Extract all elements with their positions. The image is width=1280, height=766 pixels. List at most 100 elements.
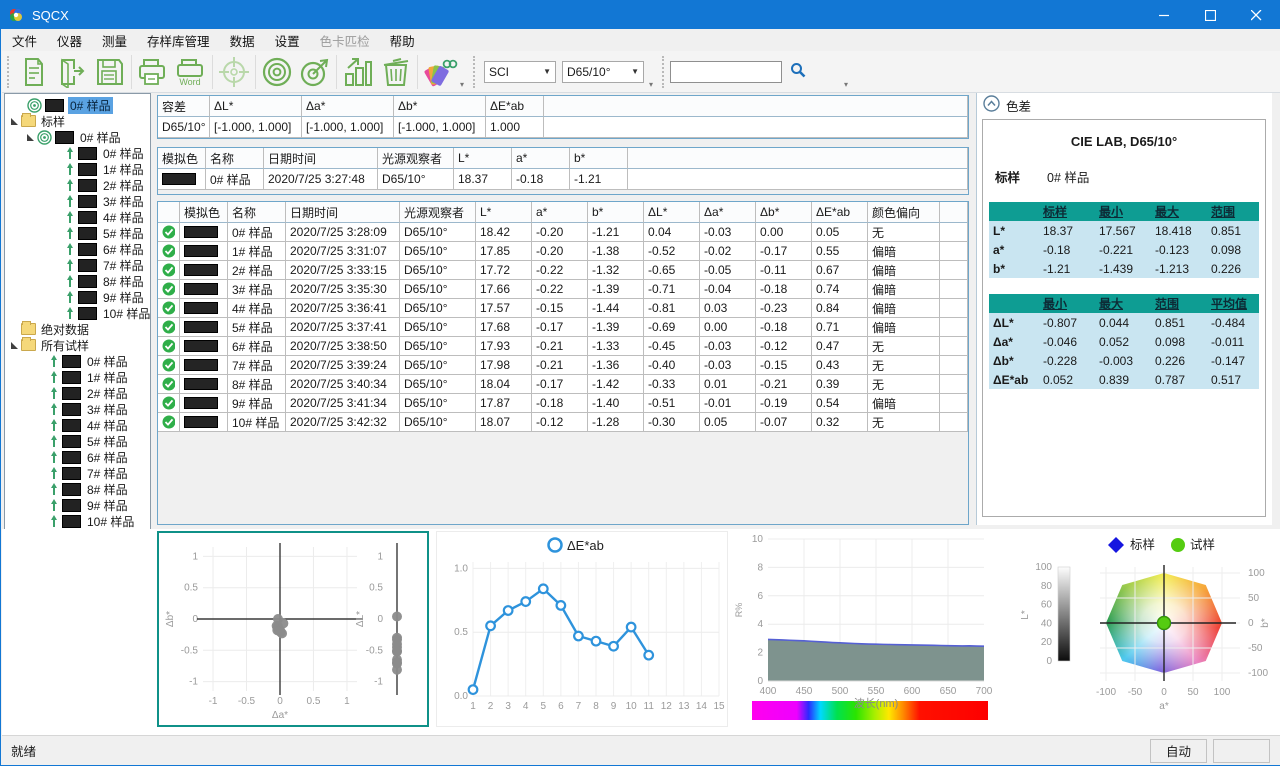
tree-item-label: 3# 样品 [85,401,130,418]
svg-text:6: 6 [757,591,763,602]
color-swatch [184,321,218,333]
tree-item-sample[interactable]: 9# 样品 [5,289,150,305]
table-row[interactable]: 3# 样品2020/7/25 3:35:30D65/10°17.66-0.22-… [158,280,968,299]
tree-item-folder[interactable]: 所有试样 [5,337,150,353]
maximize-button[interactable] [1187,1,1233,29]
tree-item-sample[interactable]: 9# 样品 [5,497,150,513]
auto-mode-cell[interactable]: 自动 [1150,739,1207,763]
toolbar-separator [417,55,418,89]
menu-item-仪器[interactable]: 仪器 [47,28,92,53]
table-cell: 5# 样品 [228,318,286,337]
svg-text:0: 0 [1248,618,1254,629]
tree-item-sample[interactable]: 3# 样品 [5,401,150,417]
color-swatch [78,259,97,272]
table-cell: 2020/7/25 3:35:30 [286,280,400,299]
menu-item-数据[interactable]: 数据 [220,28,265,53]
search-icon[interactable] [790,62,806,81]
svg-text:波长(nm): 波长(nm) [854,697,899,710]
stats-value: -0.807 [1039,316,1095,330]
toolbar-overflow-icon[interactable]: ▾ [460,80,464,89]
calibrate-button[interactable] [215,53,253,91]
table-row[interactable]: 8# 样品2020/7/25 3:40:34D65/10°18.04-0.17-… [158,375,968,394]
svg-text:0: 0 [1046,656,1052,667]
tree-item-sample[interactable]: 5# 样品 [5,225,150,241]
search-input[interactable] [670,61,782,83]
menu-item-测量[interactable]: 测量 [92,28,137,53]
toolbar-grip[interactable] [473,56,477,88]
tree-item-standard[interactable]: 0# 样品 [5,129,150,145]
table-row[interactable]: 2# 样品2020/7/25 3:33:15D65/10°17.72-0.22-… [158,261,968,280]
toolbar-grip[interactable] [662,56,666,88]
tree-item-sample[interactable]: 8# 样品 [5,273,150,289]
print-word-button[interactable]: Word [172,53,210,91]
measure-sample-button[interactable] [296,53,334,91]
save-button[interactable] [91,53,129,91]
tree-item-sample[interactable]: 2# 样品 [5,177,150,193]
tree-item-sample[interactable]: 4# 样品 [5,417,150,433]
svg-text:4: 4 [757,619,763,630]
analysis-button[interactable] [339,53,377,91]
print-button[interactable] [134,53,172,91]
scatter-chart-panel[interactable]: -1-1-0.5-0.5000.50.511Δa*Δb*-1-0.500.51Δ… [157,531,429,727]
tree-item-sample[interactable]: 7# 样品 [5,465,150,481]
lab-gamut-chart-panel[interactable]: 100806040200L*100500-50-100b*-100-500501… [1012,531,1274,727]
delete-button[interactable] [377,53,415,91]
tree-item-sample[interactable]: 3# 样品 [5,193,150,209]
column-header [544,96,968,117]
tree-item-sample[interactable]: 7# 样品 [5,257,150,273]
menu-item-存样库管理[interactable]: 存样库管理 [137,28,220,53]
deltae-line-chart-panel[interactable]: 1234567891011121314150.00.51.0ΔE*ab [436,531,728,727]
tree-item-folder[interactable]: 绝对数据 [5,321,150,337]
tree-item-sample[interactable]: 6# 样品 [5,449,150,465]
tree-item-sample[interactable]: 10# 样品 [5,305,150,321]
menu-item-设置[interactable]: 设置 [265,28,310,53]
tree-item-sample[interactable]: 4# 样品 [5,209,150,225]
table-cell: -0.21 [532,356,588,375]
table-row[interactable]: 4# 样品2020/7/25 3:36:41D65/10°17.57-0.15-… [158,299,968,318]
toolbar-overflow-icon[interactable]: ▾ [649,80,653,89]
table-row[interactable]: 9# 样品2020/7/25 3:41:34D65/10°17.87-0.18-… [158,394,968,413]
tree-item-sample[interactable]: 2# 样品 [5,385,150,401]
new-document-button[interactable] [15,53,53,91]
table-row[interactable]: 0# 样品2020/7/25 3:28:09D65/10°18.42-0.20-… [158,223,968,242]
minimize-button[interactable] [1141,1,1187,29]
tree-item-sample[interactable]: 8# 样品 [5,481,150,497]
tree-item-sample[interactable]: 10# 样品 [5,513,150,529]
tree-item-sample[interactable]: 5# 样品 [5,433,150,449]
table-cell [180,375,228,394]
tree-item-sample[interactable]: 0# 样品 [5,145,150,161]
color-search-button[interactable] [420,53,458,91]
table-cell: -1.44 [588,299,644,318]
color-swatch [62,499,81,512]
expand-arrow-icon[interactable] [11,118,18,125]
reflectance-chart-panel[interactable]: 0246810400450500550600650700波长(nm)R% [732,531,1010,727]
table-row[interactable]: 0# 样品2020/7/25 3:27:48D65/10°18.37-0.18-… [158,169,968,190]
tree-item-folder[interactable]: 标样 [5,113,150,129]
tree-item-sample[interactable]: 1# 样品 [5,161,150,177]
expand-arrow-icon[interactable] [27,134,34,141]
svg-text:-1: -1 [209,696,218,707]
table-row[interactable]: 10# 样品2020/7/25 3:42:32D65/10°18.07-0.12… [158,413,968,432]
collapse-chevron-icon[interactable] [983,95,1000,115]
svg-text:450: 450 [796,686,813,697]
tree-item-sample-selected[interactable]: 0# 样品 [5,97,150,113]
table-row[interactable]: 1# 样品2020/7/25 3:31:07D65/10°17.85-0.20-… [158,242,968,261]
table-row[interactable]: 7# 样品2020/7/25 3:39:24D65/10°17.98-0.21-… [158,356,968,375]
toolbar-grip[interactable] [7,56,11,88]
mode-combo[interactable]: SCI ▼ [484,61,556,83]
column-header: Δb* [394,96,486,117]
table-row[interactable]: D65/10°[-1.000, 1.000][-1.000, 1.000][-1… [158,117,968,138]
tree-item-sample[interactable]: 0# 样品 [5,353,150,369]
tree-item-sample[interactable]: 1# 样品 [5,369,150,385]
table-row[interactable]: 5# 样品2020/7/25 3:37:41D65/10°17.68-0.17-… [158,318,968,337]
illuminant-combo[interactable]: D65/10° ▼ [562,61,644,83]
tree-item-sample[interactable]: 6# 样品 [5,241,150,257]
close-button[interactable] [1233,1,1279,29]
toolbar-overflow-icon[interactable]: ▾ [844,80,848,89]
measure-standard-button[interactable] [258,53,296,91]
menu-item-帮助[interactable]: 帮助 [380,28,425,53]
expand-arrow-icon[interactable] [11,342,18,349]
open-export-button[interactable] [53,53,91,91]
menu-item-文件[interactable]: 文件 [2,28,47,53]
table-row[interactable]: 6# 样品2020/7/25 3:38:50D65/10°17.93-0.21-… [158,337,968,356]
